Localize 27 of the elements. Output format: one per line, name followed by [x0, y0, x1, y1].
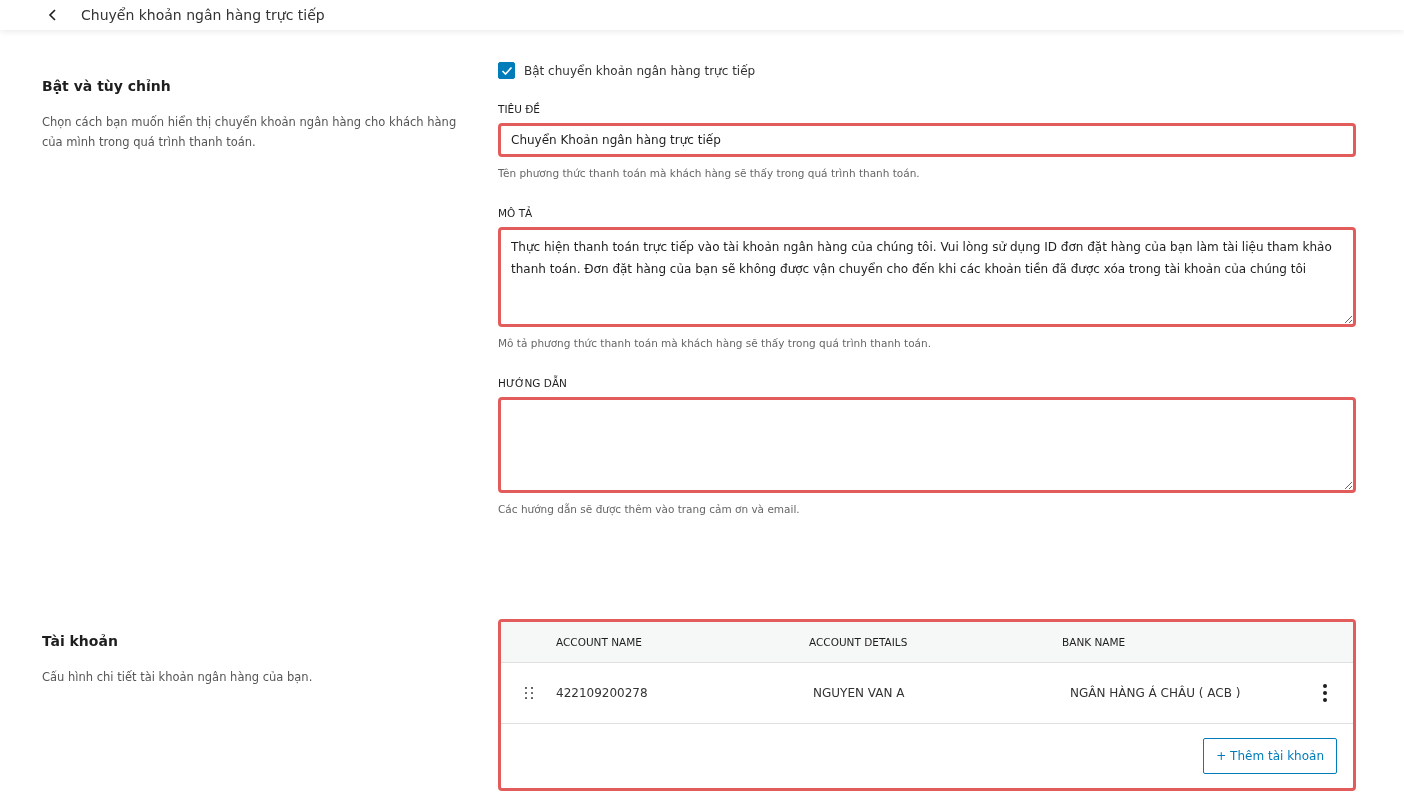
- help-text: Tên phương thức thanh toán mà khách hàng sẽ thấy trong quá trình thanh toán.: [498, 167, 921, 179]
- column-header: ACCOUNT DETAILS: [809, 636, 909, 648]
- text-area[interactable]: Thực hiện thanh toán trực tiếp vào tài khoản ngân hàng của chúng tôi. Vui lòng sử dụng ID đơn đặt hàng của bạn làm tài liệu tham khảo thanh toán. Đơn đặt hàng của bạn sẽ không được vận chuyển cho đến khi các khoản tiền đã được xóa trong tài khoản của chúng tôi: [498, 227, 1356, 327]
- field-label: MÔ TẢ: [498, 207, 534, 219]
- section-description: Cấu hình chi tiết tài khoản ngân hàng của bạn.: [42, 669, 314, 686]
- help-text: Mô tả phương thức thanh toán mà khách hàng sẽ thấy trong quá trình thanh toán.: [498, 337, 933, 349]
- more-options-icon[interactable]: [1323, 684, 1327, 702]
- back-icon[interactable]: [48, 8, 58, 22]
- checkbox[interactable]: [498, 62, 515, 79]
- section-heading: Tài khoản: [42, 633, 119, 649]
- column-header: BANK NAME: [1062, 636, 1127, 648]
- table-cell-text: NGÂN HÀNG Á CHÂU ( ACB ): [1069, 686, 1242, 700]
- help-text: Các hướng dẫn sẽ được thêm vào trang cảm ơn và email.: [498, 503, 801, 515]
- checkmark-icon: [500, 65, 513, 76]
- field-label: TIÊU ĐỀ: [498, 103, 541, 115]
- table-cell-text: NGUYEN VAN A: [812, 686, 906, 700]
- section-description: Chọn cách bạn muốn hiển thị chuyển khoản ngân hàng cho khách hàng của mình trong quá trình thanh toán.: [42, 114, 458, 151]
- title-input[interactable]: Chuyển Khoản ngân hàng trực tiếp: [498, 123, 1356, 157]
- field-label: HƯỚNG DẪN: [498, 377, 568, 389]
- page-title: Chuyển khoản ngân hàng trực tiếp: [81, 7, 325, 23]
- column-header: ACCOUNT NAME: [556, 636, 643, 648]
- drag-handle-icon[interactable]: [524, 687, 533, 699]
- section-heading: Bật và tùy chỉnh: [42, 78, 172, 94]
- text-area[interactable]: [498, 397, 1356, 493]
- checkbox-label: Bật chuyển khoản ngân hàng trực tiếp: [524, 63, 756, 78]
- add-account-button[interactable]: + Thêm tài khoản: [1203, 738, 1337, 774]
- table-cell-text: 422109200278: [556, 686, 649, 700]
